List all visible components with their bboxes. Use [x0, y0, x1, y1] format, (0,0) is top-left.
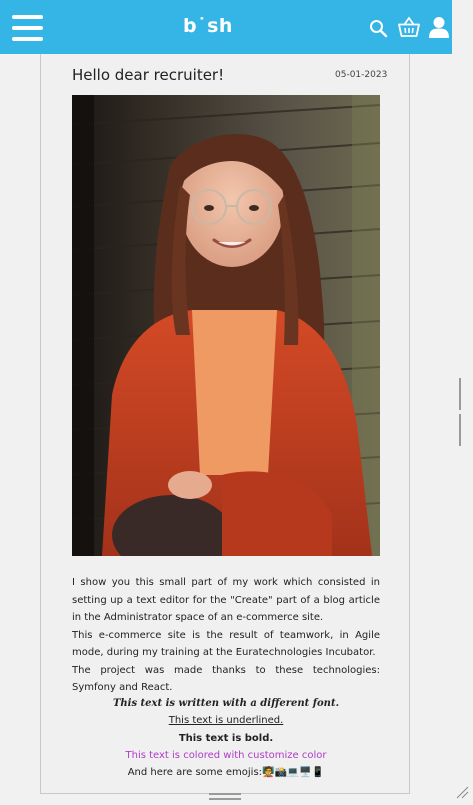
bold-text: This text is bold. [178, 733, 274, 744]
post-body: I show you this small part of my work wh… [72, 574, 380, 697]
colored-text: This text is colored with customize colo… [125, 750, 327, 761]
resize-corner-icon[interactable] [455, 785, 469, 799]
emoji-set: 🧑‍🏫📸💻🖥️📱 [262, 767, 325, 778]
vertical-resize-grip[interactable] [459, 378, 465, 446]
post-paragraph: The project was made thanks to these tec… [72, 664, 380, 694]
horizontal-resize-grip[interactable] [209, 793, 241, 801]
post-title: Hello dear recruiter! [72, 66, 225, 84]
post-paragraph: I show you this small part of my work wh… [72, 577, 380, 623]
emoji-label: And here are some emojis: [127, 767, 263, 778]
underlined-text: This text is underlined. [168, 715, 284, 726]
fancy-font-text: This text is written with a different fo… [112, 698, 340, 709]
post-photo [72, 95, 380, 556]
post-date: 05-01-2023 [335, 70, 388, 80]
user-icon[interactable] [428, 16, 450, 38]
basket-icon[interactable] [398, 16, 420, 38]
menu-icon[interactable] [12, 15, 43, 41]
top-navigation-bar: b˙sh [0, 0, 452, 54]
search-icon[interactable] [369, 19, 388, 38]
post-paragraph: This e-commerce site is the result of te… [72, 629, 380, 659]
brand-logo[interactable]: b˙sh [183, 15, 233, 37]
emoji-line: And here are some emojis:🧑‍🏫📸💻🖥️📱 [72, 764, 380, 781]
